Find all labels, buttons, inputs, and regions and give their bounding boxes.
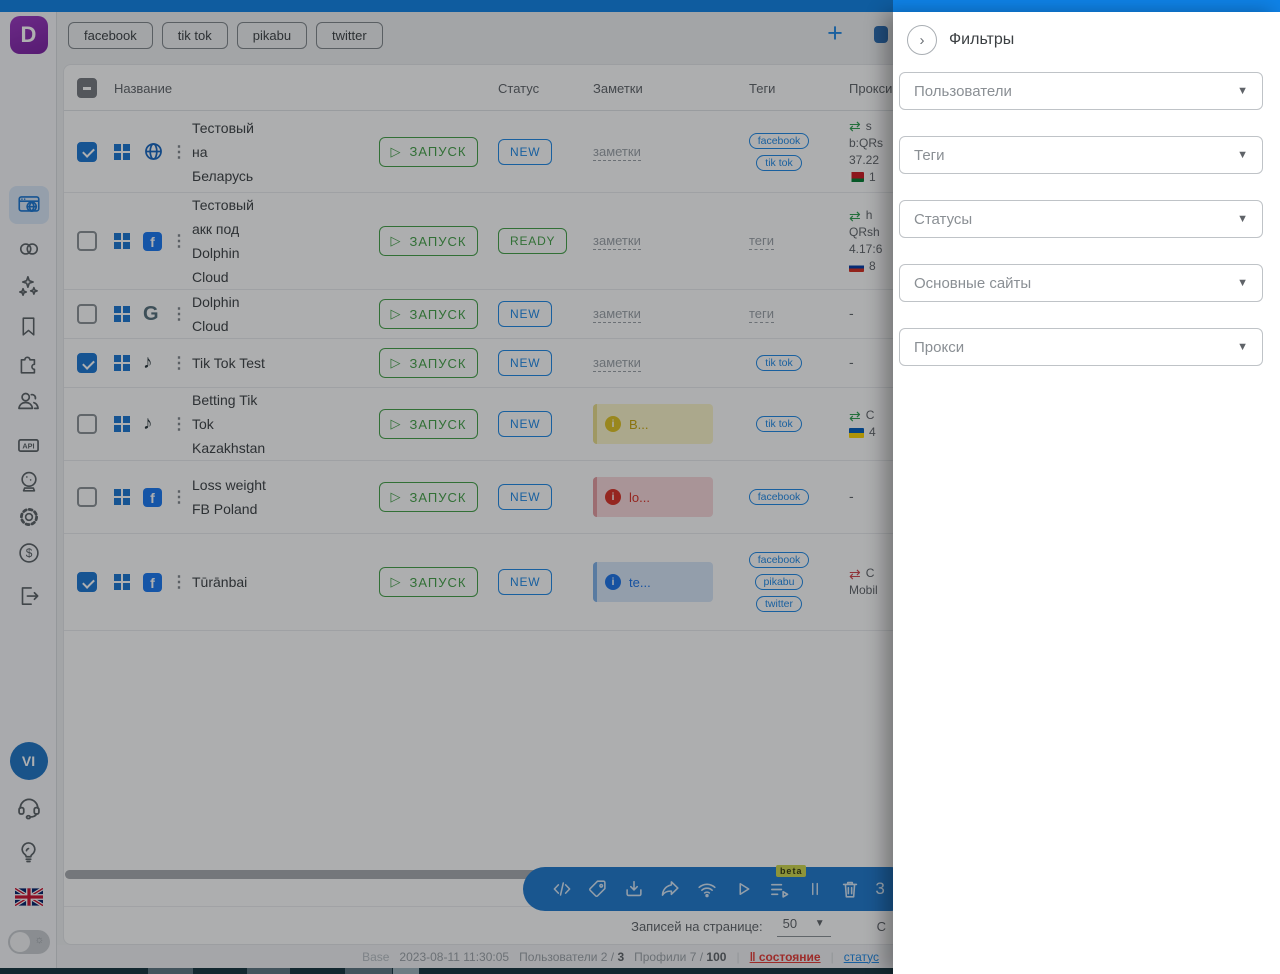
filter-select-statuses[interactable]: Статусы▼ xyxy=(899,200,1263,238)
filter-select-tags[interactable]: Теги▼ xyxy=(899,136,1263,174)
chevron-down-icon: ▼ xyxy=(1237,85,1248,97)
filter-select-main-sites[interactable]: Основные сайты▼ xyxy=(899,264,1263,302)
dim-overlay[interactable] xyxy=(0,0,893,974)
app-root: D API $ xyxy=(0,0,1280,974)
chevron-down-icon: ▼ xyxy=(1237,213,1248,225)
filters-title: Фильтры xyxy=(949,31,1014,49)
collapse-panel-button[interactable]: › xyxy=(907,25,937,55)
filter-select-users[interactable]: Пользователи▼ xyxy=(899,72,1263,110)
filter-select-proxy[interactable]: Прокси▼ xyxy=(899,328,1263,366)
chevron-down-icon: ▼ xyxy=(1237,277,1248,289)
chevron-down-icon: ▼ xyxy=(1237,149,1248,161)
chevron-down-icon: ▼ xyxy=(1237,341,1248,353)
filters-panel: › Фильтры Пользователи▼ Теги▼ Статусы▼ О… xyxy=(893,12,1280,974)
chevron-right-icon: › xyxy=(920,32,925,49)
